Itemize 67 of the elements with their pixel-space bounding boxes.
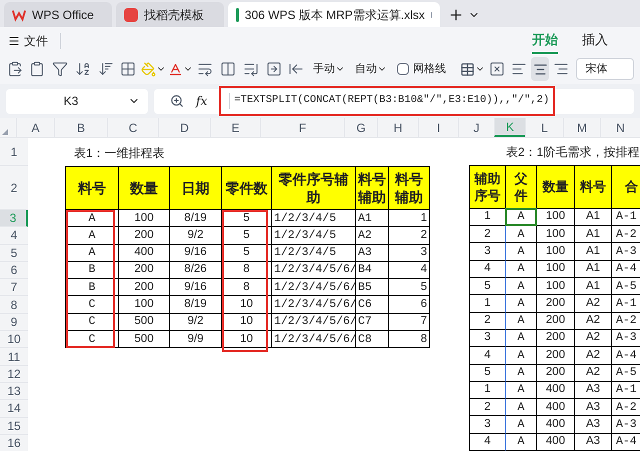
row-header[interactable]: 11 (0, 348, 28, 366)
template-icon (124, 8, 138, 22)
table-cell: A (505, 208, 537, 226)
function-label: fx (196, 93, 208, 110)
tab-label: WPS Office (32, 6, 94, 24)
column-header[interactable]: E (210, 118, 260, 137)
row-header[interactable]: 1 (0, 138, 28, 166)
column-header[interactable]: B (54, 118, 107, 137)
tab-label: 找稻壳模板 (144, 6, 204, 24)
align-center-icon[interactable] (530, 57, 550, 81)
table-cell: C (65, 330, 119, 348)
column-header[interactable]: M (563, 118, 600, 137)
formula-text: =TEXTSPLIT(CONCAT(REPT(B3:B10&"/",E3:E10)),,"/",2) (229, 93, 550, 109)
row-header[interactable]: 7 (0, 279, 28, 296)
row-header[interactable]: 9 (0, 314, 28, 332)
table-cell: A (505, 432, 537, 451)
header-cell: 料号辅助 (388, 166, 430, 210)
row-header[interactable]: 14 (0, 400, 28, 418)
header-cell: 合 (611, 164, 640, 209)
row-header[interactable]: 5 (0, 244, 28, 262)
tab-label: 306 WPS 版本 MRP需求运算.xlsx (244, 6, 425, 24)
header-cell: 料号 (65, 166, 119, 210)
browser-tab[interactable]: WPS Office (4, 2, 112, 27)
row-header[interactable]: 6 (0, 262, 28, 280)
header-cell: 料号 (574, 164, 612, 209)
column-header[interactable]: H (377, 118, 418, 137)
header-cell: 日期 (169, 166, 222, 210)
column-header[interactable]: D (158, 118, 210, 137)
column-header[interactable]: C (107, 118, 158, 137)
column-header[interactable]: F (260, 118, 344, 137)
table-cell: 8 (388, 330, 430, 348)
zoom-icon (170, 94, 184, 108)
column-width-dropdown[interactable]: 自动 (350, 60, 391, 78)
row-header[interactable]: 16 (0, 434, 28, 451)
menu-icon (8, 34, 20, 46)
header-cell: 父件 (505, 164, 537, 209)
table-cell: 400 (536, 432, 575, 451)
column-header[interactable]: N (600, 118, 640, 137)
header-cell: 零件数 (221, 166, 272, 210)
row-header[interactable]: 12 (0, 366, 28, 383)
table-title: 表1：一维排程表 (74, 145, 165, 162)
row-header[interactable]: 15 (0, 418, 28, 435)
browser-tab[interactable]: 306 WPS 版本 MRP需求运算.xlsx (228, 2, 440, 27)
column-header[interactable]: G (344, 118, 377, 137)
header-cell: 数量 (118, 166, 170, 210)
row-header[interactable]: 13 (0, 382, 28, 400)
font-field[interactable]: 宋体 (576, 58, 634, 80)
ribbon-tab[interactable]: 插入 (582, 27, 608, 54)
table-cell: 4 (469, 432, 506, 451)
row-height-dropdown[interactable]: 手动 (308, 60, 349, 78)
gridlines-checkbox[interactable]: 网格线 (392, 60, 450, 78)
browser-tab[interactable]: 找稻壳模板 (116, 2, 224, 27)
header-cell: 料号辅助 (355, 166, 389, 210)
row-header[interactable]: 10 (0, 331, 28, 348)
row-header[interactable]: 4 (0, 227, 28, 245)
column-header[interactable]: A (16, 118, 54, 137)
column-header[interactable]: I (418, 118, 458, 137)
header-cell: 零件序号辅助 (271, 166, 356, 210)
logo-icon (12, 8, 26, 22)
file-menu[interactable]: 文件 (8, 32, 48, 50)
table-title: 表2：1阶毛需求，按排程 (506, 144, 640, 161)
formula-bar[interactable]: fx =TEXTSPLIT(CONCAT(REPT(B3:B10&"/",E3:E10)),,"/",2) (154, 88, 634, 114)
name-box[interactable]: K3 (6, 88, 148, 114)
header-cell: 辅助序号 (469, 164, 506, 209)
row-header[interactable]: 8 (0, 296, 28, 314)
column-header[interactable]: L (525, 118, 563, 137)
header-cell: 数量 (536, 164, 575, 209)
